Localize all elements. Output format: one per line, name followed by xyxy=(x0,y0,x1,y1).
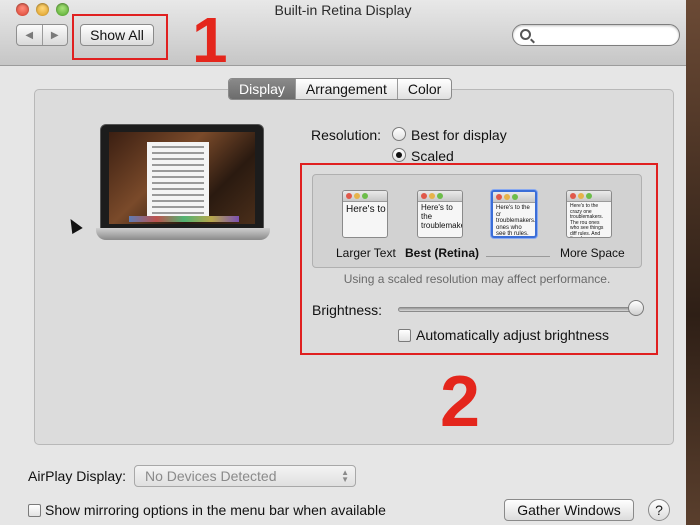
laptop-base xyxy=(96,228,270,240)
display-preferences-window: Built-in Retina Display ◀ ▶ Show All 1 D… xyxy=(0,0,700,525)
brightness-slider-knob[interactable] xyxy=(628,300,644,316)
airplay-label: AirPlay Display: xyxy=(28,468,127,484)
scale-option-best-retina[interactable]: Here's to the troublemakers. xyxy=(417,190,463,238)
scale-preview-text: Here's to troublem xyxy=(346,204,387,215)
mirroring-checkbox[interactable] xyxy=(28,504,41,517)
tab-bar: Display Arrangement Color xyxy=(228,78,453,100)
laptop-lid xyxy=(100,124,264,230)
scale-label-best-retina: Best (Retina) xyxy=(405,246,480,260)
scale-label-more-space: More Space xyxy=(560,246,625,260)
search-icon xyxy=(520,29,531,40)
radio-best-for-display[interactable] xyxy=(392,127,406,141)
scale-option-more-space[interactable]: Here's to the crazy one troublemakers. T… xyxy=(566,190,612,238)
airplay-select[interactable]: No Devices Detected ▲ ▼ xyxy=(134,465,356,487)
auto-brightness-label[interactable]: Automatically adjust brightness xyxy=(416,327,609,343)
laptop-screen xyxy=(109,132,255,224)
mirroring-label[interactable]: Show mirroring options in the menu bar w… xyxy=(45,502,386,518)
select-arrows-icon: ▲ ▼ xyxy=(341,468,349,484)
search-field[interactable] xyxy=(512,24,680,46)
scale-preview-text: Here's to the crazy one troublemakers. T… xyxy=(570,203,604,237)
back-forward-control: ◀ ▶ xyxy=(16,24,68,46)
annotation-marker-1: 1 xyxy=(192,4,228,76)
scale-preview-text: Here's to the troublemakers. xyxy=(421,203,462,230)
back-arrow-icon[interactable]: ◀ xyxy=(17,25,43,45)
brightness-label: Brightness: xyxy=(312,302,383,318)
scale-option-larger-text[interactable]: Here's to troublem xyxy=(342,190,388,238)
forward-arrow-icon[interactable]: ▶ xyxy=(43,25,68,45)
brightness-slider-track[interactable] xyxy=(398,307,638,312)
airplay-select-value: No Devices Detected xyxy=(145,468,277,484)
scaled-performance-note: Using a scaled resolution may affect per… xyxy=(343,272,611,286)
scaled-label[interactable]: Scaled xyxy=(411,148,454,164)
scale-label-larger-text: Larger Text xyxy=(336,246,396,260)
scale-divider xyxy=(486,256,550,257)
desktop-background-edge xyxy=(686,0,700,525)
screen-dock xyxy=(129,216,239,222)
help-button[interactable]: ? xyxy=(648,499,670,521)
resolution-label: Resolution: xyxy=(311,127,382,143)
tab-color[interactable]: Color xyxy=(398,79,451,99)
best-for-display-label[interactable]: Best for display xyxy=(411,127,507,143)
gather-windows-button[interactable]: Gather Windows xyxy=(504,499,634,521)
annotation-marker-2: 2 xyxy=(440,362,481,442)
auto-brightness-checkbox[interactable] xyxy=(398,329,411,342)
scale-preview-text: Here's to the cr troublemakers. ones who… xyxy=(496,205,536,238)
screen-document xyxy=(147,142,209,216)
tab-display[interactable]: Display xyxy=(229,79,296,99)
scale-option-selected[interactable]: Here's to the cr troublemakers. ones who… xyxy=(491,190,537,238)
radio-scaled[interactable] xyxy=(392,148,406,162)
tab-arrangement[interactable]: Arrangement xyxy=(296,79,398,99)
highlight-box-1 xyxy=(72,14,168,60)
laptop-illustration xyxy=(96,124,270,244)
